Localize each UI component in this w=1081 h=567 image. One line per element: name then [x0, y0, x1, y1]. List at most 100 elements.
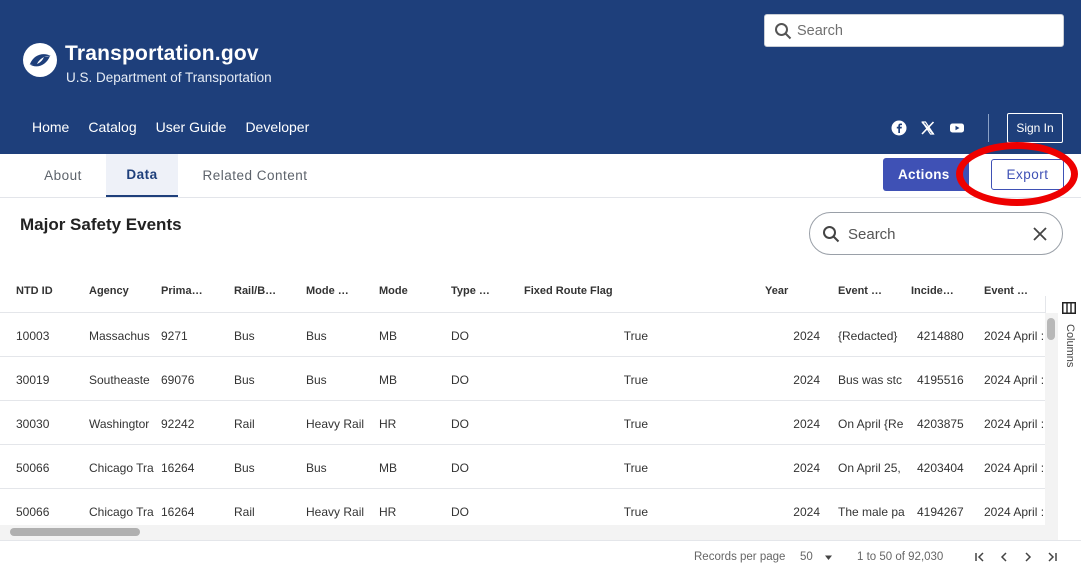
- table-cell: 4203404: [917, 461, 964, 475]
- header-divider: [988, 114, 989, 142]
- sign-in-button[interactable]: Sign In: [1007, 113, 1063, 143]
- table-cell: 10003: [16, 329, 50, 343]
- table-cell: Rail: [234, 505, 255, 519]
- table-row[interactable]: 10003 Massachus 9271 Bus Bus MB DO True …: [0, 314, 1045, 357]
- table-cell: 30030: [16, 417, 50, 431]
- grid-search-input[interactable]: [848, 224, 1008, 244]
- table-cell: 4194267: [917, 505, 964, 519]
- table-cell: Chicago Tra: [89, 505, 154, 519]
- table-cell: 4203875: [917, 417, 964, 431]
- column-header[interactable]: Type …: [451, 285, 511, 297]
- table-cell: 9271: [161, 329, 188, 343]
- brand-subtitle: U.S. Department of Transportation: [66, 70, 272, 85]
- table-cell: 2024 April :: [984, 329, 1045, 343]
- table-cell: 2024 April :: [984, 505, 1045, 519]
- table-cell: 2024: [793, 329, 820, 343]
- column-header[interactable]: Incide…: [911, 285, 971, 297]
- dot-logo-icon[interactable]: [22, 42, 58, 78]
- column-header[interactable]: Mode …: [306, 285, 366, 297]
- caret-down-icon[interactable]: [824, 553, 833, 562]
- tab-data[interactable]: Data: [106, 154, 178, 197]
- table-cell: DO: [451, 417, 469, 431]
- table-cell: Massachus: [89, 329, 150, 343]
- table-cell: 2024: [793, 373, 820, 387]
- horizontal-scroll-thumb[interactable]: [10, 528, 140, 536]
- column-header[interactable]: Agency: [89, 285, 149, 297]
- table-cell: 92242: [161, 417, 195, 431]
- last-page-icon[interactable]: [1044, 549, 1060, 565]
- table-cell: Bus: [306, 461, 327, 475]
- table-cell: 4214880: [917, 329, 964, 343]
- column-header[interactable]: Fixed Route Flag: [524, 285, 664, 297]
- facebook-icon[interactable]: [891, 120, 907, 136]
- columns-icon[interactable]: [1062, 302, 1076, 314]
- main-nav: Home Catalog User Guide Developer: [32, 119, 328, 135]
- site-search-input[interactable]: [797, 21, 1047, 41]
- table-cell: DO: [451, 461, 469, 475]
- column-header[interactable]: Mode: [379, 285, 439, 297]
- table-cell: HR: [379, 505, 397, 519]
- column-header[interactable]: Prima…: [161, 285, 221, 297]
- nav-user-guide[interactable]: User Guide: [156, 119, 227, 135]
- next-page-icon[interactable]: [1020, 549, 1036, 565]
- table-cell: Heavy Rail: [306, 417, 365, 431]
- grid-header-row: NTD ID Agency Prima… Rail/B… Mode … Mode…: [0, 270, 1045, 313]
- page-title: Major Safety Events: [20, 215, 182, 234]
- table-row[interactable]: 50066 Chicago Tra 16264 Bus Bus MB DO Tr…: [0, 446, 1045, 489]
- pagination-range: 1 to 50 of 92,030: [857, 551, 944, 563]
- column-header[interactable]: Rail/B…: [234, 285, 294, 297]
- column-header[interactable]: Event …: [984, 285, 1040, 297]
- highlight-annotation-circle: [956, 142, 1078, 206]
- table-row[interactable]: 30030 Washingtor 92242 Rail Heavy Rail H…: [0, 402, 1045, 445]
- table-cell: Bus: [306, 373, 327, 387]
- table-cell: True: [623, 417, 648, 431]
- table-cell: DO: [451, 329, 469, 343]
- table-cell: Bus: [234, 461, 255, 475]
- table-cell: Rail: [234, 417, 255, 431]
- x-icon[interactable]: [920, 120, 936, 136]
- horizontal-scrollbar[interactable]: [0, 525, 1045, 540]
- table-cell: 69076: [161, 373, 195, 387]
- tab-related-content[interactable]: Related Content: [180, 154, 330, 197]
- close-icon[interactable]: [1031, 225, 1049, 243]
- grid-search-box[interactable]: [809, 212, 1063, 255]
- table-row[interactable]: 30019 Southeaste 69076 Bus Bus MB DO Tru…: [0, 358, 1045, 401]
- tab-about[interactable]: About: [20, 154, 106, 197]
- column-header[interactable]: Year: [765, 285, 805, 297]
- nav-home[interactable]: Home: [32, 119, 69, 135]
- nav-catalog[interactable]: Catalog: [88, 119, 136, 135]
- table-cell: 2024 April :: [984, 417, 1045, 431]
- columns-panel-label[interactable]: Columns: [1064, 324, 1076, 367]
- table-cell: HR: [379, 417, 397, 431]
- records-per-page-select[interactable]: 50: [800, 551, 813, 563]
- table-cell: Bus: [234, 329, 255, 343]
- vertical-scroll-thumb[interactable]: [1047, 318, 1055, 340]
- site-search-box[interactable]: [764, 14, 1064, 47]
- table-cell: 50066: [16, 505, 50, 519]
- table-cell: MB: [379, 373, 397, 387]
- table-cell: 16264: [161, 461, 195, 475]
- records-per-page-label: Records per page: [694, 551, 786, 563]
- vertical-scrollbar[interactable]: [1045, 313, 1058, 540]
- table-cell: True: [623, 461, 648, 475]
- table-cell: True: [623, 329, 648, 343]
- table-cell: Bus was stc: [838, 373, 903, 387]
- table-cell: Bus: [306, 329, 327, 343]
- previous-page-icon[interactable]: [996, 549, 1012, 565]
- table-cell: 2024: [793, 417, 820, 431]
- nav-developer[interactable]: Developer: [245, 119, 309, 135]
- search-icon[interactable]: [774, 22, 792, 40]
- table-cell: Chicago Tra: [89, 461, 154, 475]
- table-cell: True: [623, 505, 648, 519]
- table-cell: On April 25,: [838, 461, 901, 475]
- brand-title[interactable]: Transportation.gov: [65, 42, 259, 66]
- table-cell: 2024: [793, 461, 820, 475]
- data-grid: NTD ID Agency Prima… Rail/B… Mode … Mode…: [0, 270, 1045, 540]
- column-header[interactable]: NTD ID: [16, 285, 76, 297]
- table-cell: {Redacted}: [838, 329, 898, 343]
- table-cell: 2024: [793, 505, 820, 519]
- column-header[interactable]: Event …: [838, 285, 898, 297]
- first-page-icon[interactable]: [972, 549, 988, 565]
- table-cell: Southeaste: [89, 373, 150, 387]
- youtube-icon[interactable]: [949, 120, 965, 136]
